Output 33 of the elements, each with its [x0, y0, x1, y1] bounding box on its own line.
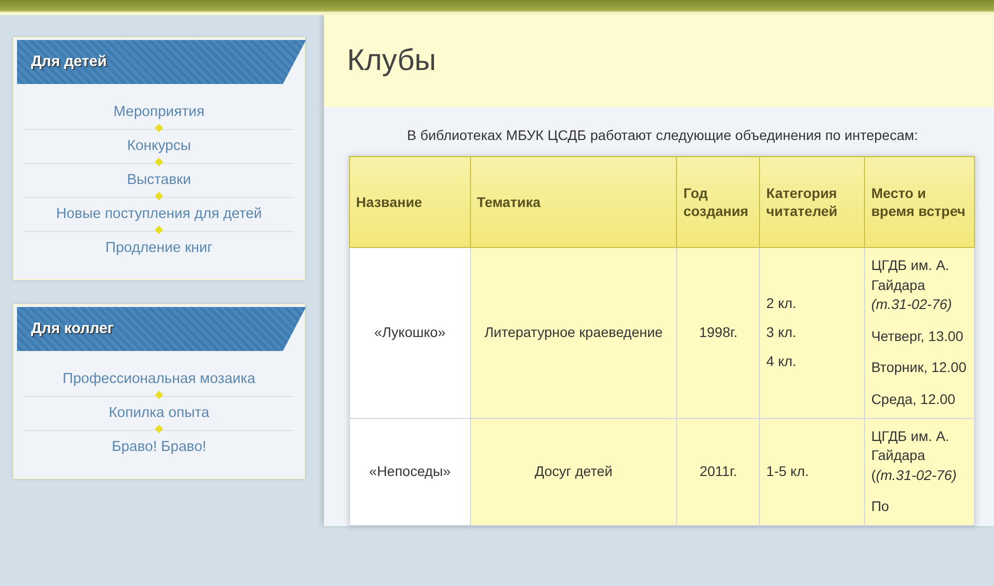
sidebar-link[interactable]: Новые поступления для детей [56, 198, 262, 231]
column-header: Место и время встреч [864, 156, 974, 248]
block-title: Для коллег [17, 307, 306, 351]
category-text: 3 кл. [766, 322, 798, 342]
category-text: 1-5 кл. [766, 462, 810, 481]
sidebar-link[interactable]: Копилка опыта [108, 397, 210, 430]
column-header: Год создания [676, 156, 760, 248]
place-text: ЦГДБ им. А. Гайдара ((т.31-02-76) [871, 426, 958, 485]
table-cell: «Лукошко» [350, 248, 470, 418]
place-text: ЦГДБ им. А. Гайдара (т.31-02-76) [871, 256, 953, 314]
sidebar-link[interactable]: Мероприятия [114, 96, 204, 129]
sidebar-link[interactable]: Продление книг [105, 232, 213, 265]
table-cell: 2011г. [676, 418, 760, 526]
sidebar-link[interactable]: Браво! Браво! [112, 431, 206, 464]
column-header: Категория читателей [760, 156, 865, 248]
sidebar-link[interactable]: Выставки [126, 164, 192, 197]
page-title: Клубы [347, 44, 436, 78]
category-text: 2 кл. [766, 294, 798, 314]
table-cell: Досуг детей [470, 418, 677, 526]
intro-text: В библиотеках МБУК ЦСДБ работают следующие объединения по интересам: [406, 127, 919, 143]
place-text: Четверг, 13.00 [871, 326, 964, 346]
table-cell: «Непоседы» [350, 418, 470, 526]
column-header: Название [350, 156, 470, 248]
category-text: 4 кл. [766, 352, 798, 371]
place-text: По [871, 497, 890, 516]
sidebar-link[interactable]: Профессиональная мозаика [62, 363, 256, 396]
table-cell: Литературное краеведение [470, 248, 677, 418]
table-cell: 1998г. [676, 248, 760, 418]
sidebar-link[interactable]: Конкурсы [127, 130, 191, 163]
place-text: Вторник, 12.00 [871, 358, 968, 378]
column-header: Тематика [470, 156, 677, 248]
block-title: Для детей [17, 40, 306, 84]
place-text: Среда, 12.00 [871, 390, 956, 409]
